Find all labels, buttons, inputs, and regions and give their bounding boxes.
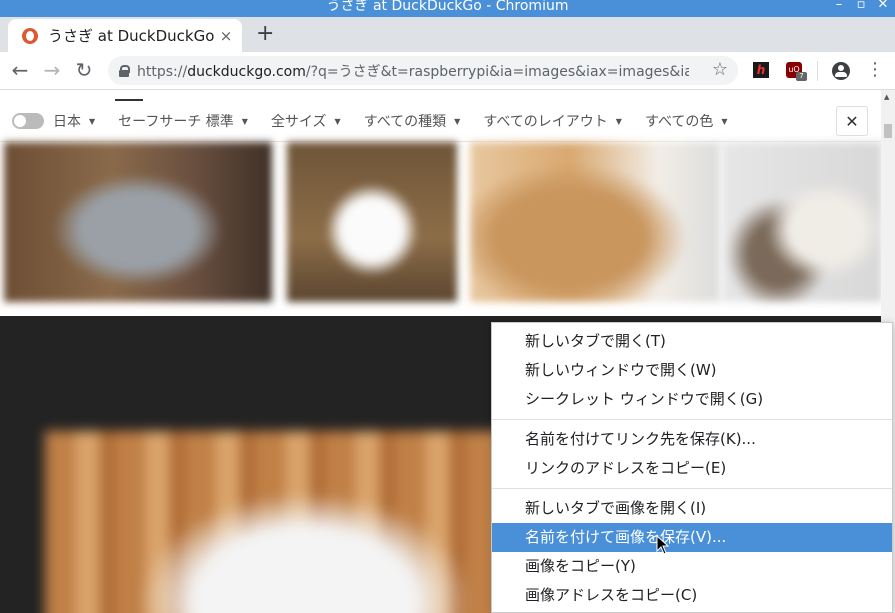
image-filter-bar: 日本 ▼ セーフサーチ 標準 ▼ 全サイズ ▼ すべての種類 ▼ すべてのレイアウト ▼ … <box>0 101 881 142</box>
url-host: duckduckgo.com <box>187 63 306 80</box>
minimize-icon[interactable]: – <box>833 0 845 11</box>
region-toggle[interactable] <box>12 113 44 129</box>
filter-layout-label: すべてのレイアウト <box>483 114 608 130</box>
image-thumbnail[interactable] <box>4 142 272 302</box>
address-bar[interactable]: https://duckduckgo.com/?q=うさぎ&t=raspberr… <box>108 56 738 85</box>
extension-h-icon[interactable]: h <box>753 62 769 78</box>
filter-type-label: すべての種類 <box>363 114 447 130</box>
kebab-menu-icon[interactable]: ⋮ <box>866 60 884 80</box>
menu-separator <box>492 419 892 420</box>
window-titlebar: うさぎ at DuckDuckGo - Chromium – ▫ ✕ <box>0 0 895 17</box>
new-tab-button[interactable]: + <box>256 23 274 45</box>
maximize-icon[interactable]: ▫ <box>855 0 867 11</box>
image-thumbnail[interactable] <box>287 142 457 302</box>
image-thumbnail[interactable] <box>722 142 882 302</box>
menu-open-image-in-new-tab[interactable]: 新しいタブで画像を開く(I) <box>492 494 892 523</box>
menu-separator <box>492 488 892 489</box>
url-text[interactable]: https://duckduckgo.com/?q=うさぎ&t=raspberr… <box>137 61 689 81</box>
bookmark-star-icon[interactable]: ☆ <box>712 59 728 80</box>
url-path: /?q=うさぎ&t=raspberrypi&ia=images&iax=imag… <box>305 63 689 80</box>
menu-copy-image-address[interactable]: 画像アドレスをコピー(C) <box>492 581 892 610</box>
close-icon[interactable]: ✕ <box>877 0 889 11</box>
menu-open-in-incognito[interactable]: シークレット ウィンドウで開く(G) <box>492 385 892 414</box>
tab-strip: うさぎ at DuckDuckGo × + <box>0 17 895 52</box>
tab-title: うさぎ at DuckDuckGo <box>48 27 215 45</box>
browser-toolbar: ← → ↻ https://duckduckgo.com/?q=うさぎ&t=ra… <box>0 52 895 90</box>
profile-avatar-icon[interactable] <box>832 62 850 80</box>
lock-icon <box>119 64 130 77</box>
url-scheme: https:// <box>137 63 188 80</box>
window-controls: – ▫ ✕ <box>833 0 889 11</box>
duckduckgo-favicon-icon <box>22 27 38 44</box>
filter-type[interactable]: すべての種類 ▼ <box>364 111 461 131</box>
filter-size[interactable]: 全サイズ ▼ <box>271 111 341 131</box>
scroll-up-arrow-icon[interactable]: ▲ <box>884 93 889 101</box>
chevron-down-icon: ▼ <box>334 117 341 126</box>
menu-save-image-as[interactable]: 名前を付けて画像を保存(V)... <box>492 523 892 552</box>
chevron-down-icon: ▼ <box>89 117 96 126</box>
tab-close-icon[interactable]: × <box>218 27 234 45</box>
forward-arrow-icon[interactable]: → <box>40 58 64 82</box>
preview-image[interactable] <box>45 431 565 613</box>
filter-safe-search[interactable]: セーフサーチ 標準 ▼ <box>118 111 248 131</box>
chevron-down-icon: ▼ <box>454 117 461 126</box>
filter-size-label: 全サイズ <box>270 114 327 130</box>
filter-layout[interactable]: すべてのレイアウト ▼ <box>483 111 622 131</box>
filter-color[interactable]: すべての色 ▼ <box>645 111 728 131</box>
image-thumbnail[interactable] <box>470 142 720 302</box>
menu-copy-link-address[interactable]: リンクのアドレスをコピー(E) <box>492 454 892 483</box>
filter-region[interactable]: 日本 ▼ <box>53 111 95 131</box>
menu-open-in-new-window[interactable]: 新しいウィンドウで開く(W) <box>492 356 892 385</box>
filter-region-label: 日本 <box>53 114 81 130</box>
scrollbar-thumb[interactable] <box>884 124 892 138</box>
menu-save-link-as[interactable]: 名前を付けてリンク先を保存(K)... <box>492 425 892 454</box>
chevron-down-icon: ▼ <box>241 117 248 126</box>
back-arrow-icon[interactable]: ← <box>8 58 32 82</box>
close-preview-button[interactable]: ✕ <box>836 106 868 136</box>
menu-open-in-new-tab[interactable]: 新しいタブで開く(T) <box>492 327 892 356</box>
tab-duckduckgo[interactable]: うさぎ at DuckDuckGo × <box>8 19 242 52</box>
window-title: うさぎ at DuckDuckGo - Chromium <box>326 0 569 14</box>
ublock-badge: 7 <box>796 72 807 81</box>
chevron-down-icon: ▼ <box>615 117 622 126</box>
toolbar-divider <box>817 61 818 81</box>
filter-color-label: すべての色 <box>644 114 714 130</box>
filter-safe-search-label: セーフサーチ 標準 <box>118 114 234 130</box>
menu-copy-image[interactable]: 画像をコピー(Y) <box>492 552 892 581</box>
mouse-cursor-icon <box>656 535 670 555</box>
reload-icon[interactable]: ↻ <box>72 58 96 82</box>
context-menu: 新しいタブで開く(T) 新しいウィンドウで開く(W) シークレット ウィンドウで… <box>491 322 893 613</box>
chevron-down-icon: ▼ <box>721 117 728 126</box>
